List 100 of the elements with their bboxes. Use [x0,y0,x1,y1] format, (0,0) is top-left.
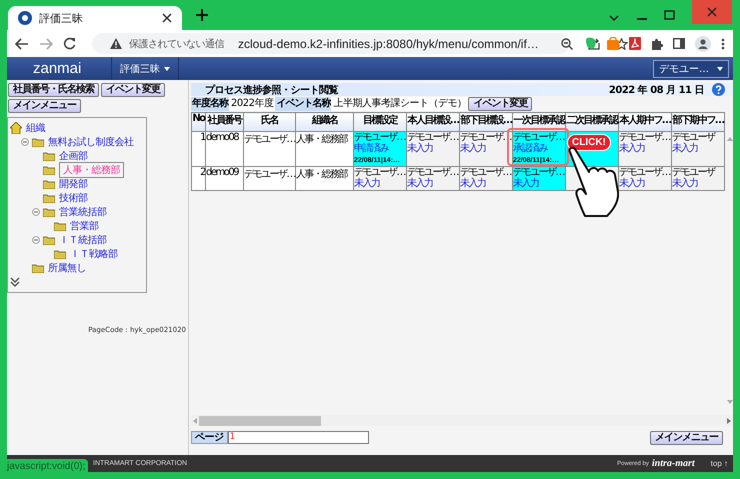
user-name: デモユーザ… [513,132,565,143]
nav-button[interactable]: イベント変更 [101,83,165,97]
status-link[interactable]: 承認済み [513,143,565,155]
tree-item[interactable]: 開発部 [59,177,88,191]
tree-item[interactable]: 営業統括部 [59,205,106,219]
zoom-icon[interactable] [560,38,573,50]
tree-item[interactable]: 所属無し [48,261,86,275]
column-header: 本人目標設… [406,112,460,132]
status-cell[interactable]: デモユーザ… 未入力 [618,132,672,166]
app-logo[interactable]: zanmai [7,60,111,77]
status-link[interactable]: 未入力 [619,143,671,155]
new-tab-icon[interactable] [196,9,208,21]
column-header: 本人期中フ… [618,112,672,132]
tree-item[interactable]: 営業部 [70,219,98,233]
column-header: 二次目標承認 [566,112,618,132]
top-link[interactable]: top ↑ [710,459,728,468]
status-cell[interactable]: デモユーザ… 未入力 [618,166,672,190]
close-button[interactable] [692,0,732,24]
brand-logo: intra-mart [652,458,695,469]
column-header: 目標設定 [354,112,406,132]
folder-icon [54,222,66,230]
nav-button[interactable]: メインメニュー [8,99,81,113]
user-name: デモユーザ… [513,167,565,178]
more-icon[interactable] [721,38,725,50]
user-name: デモユーザ… [407,167,459,178]
chevron-down-icon[interactable] [609,15,619,21]
column-header: No [192,112,206,132]
user-dropdown[interactable]: デモユー… [653,60,729,78]
status-link[interactable]: 未入力 [672,178,724,190]
status-link[interactable]: 未入力 [407,178,459,190]
column-header: 組織名 [296,112,354,132]
status-link[interactable]: 未入力 [354,178,406,190]
status-link[interactable]: 未入力 [513,178,565,190]
folder-icon [43,166,55,174]
event-change-button[interactable]: イベント変更 [468,97,532,111]
tree-item[interactable]: ＩＴ戦略部 [70,247,118,261]
user-name: デモユーザ… [619,167,671,178]
caret-icon [717,66,723,70]
user-name: デモユーザ… [354,167,406,178]
column-header: 社員番号 [206,112,244,132]
folder-icon [43,208,55,216]
puzzle-icon[interactable] [651,38,663,50]
status-link[interactable]: 未入力 [460,143,512,155]
folder-icon [32,138,44,146]
folder-icon [32,264,44,272]
user-name: デモユーザ… [460,167,512,178]
status-cell[interactable]: デモユーザ… 未入力 [406,166,460,190]
panel-title: プロセス進捗参照・シート閲覧 [205,83,338,96]
url-text: zcloud-demo.k2-infinities.jp:8080/hyk/menu/common/if… [238,36,539,50]
tree-item[interactable]: 技術部 [59,191,88,205]
avatar-icon[interactable] [695,36,711,52]
user-name: デモユーザ [672,132,716,143]
horizontal-scrollbar[interactable] [191,415,733,426]
back-icon[interactable] [15,38,29,50]
reload-icon[interactable] [63,37,76,50]
user-name: デモユーザ… [354,132,406,143]
collapse-icon[interactable] [32,236,40,244]
browser-tab[interactable]: 評価三昧 [8,6,182,30]
status-link[interactable]: 未入力 [460,178,512,190]
column-header: 部下目標設… [460,112,512,132]
tree-item[interactable]: 企画部 [59,149,88,163]
status-cell[interactable]: デモユーザ… 未入力 [354,166,406,190]
tree-item[interactable]: 組織 [26,121,45,135]
document-icon[interactable] [629,37,641,50]
user-name: デモユーザ… [407,132,459,143]
status-cell[interactable]: デモユーザ 未入力 [672,132,724,166]
help-icon[interactable] [712,83,725,96]
maximize-icon[interactable] [664,10,675,20]
collapse-icon[interactable] [21,138,29,146]
status-cell[interactable]: デモユーザ 未入力 [672,166,724,190]
status-link[interactable]: 未入力 [619,178,671,190]
status-cell[interactable]: デモユーザ… 未入力 [460,166,512,190]
tree-item[interactable]: 無料お試し制度会社 [48,135,134,149]
tree-item[interactable]: ＩＴ統括部 [59,233,106,247]
tab-title: 評価三昧 [39,10,84,26]
status-link[interactable]: 未入力 [672,143,724,155]
table-cell: 1 [192,132,206,166]
folder-icon [43,194,55,202]
folder-icon [54,250,66,258]
field-value: 2022年度 [229,97,276,111]
field-label: 年度名称 [191,97,229,111]
scroll-right-icon[interactable] [727,418,731,424]
status-cell[interactable]: デモユーザ… 未入力 [512,166,566,190]
main-menu-button[interactable]: メインメニュー [650,430,723,444]
share-icon[interactable] [588,38,600,50]
status-link[interactable]: 申請済み [354,143,406,155]
table-cell: demo08 [206,132,244,166]
field-value: 上半期人事考課シート（デモ） [331,97,468,111]
double-chevron-down-icon[interactable] [10,277,20,287]
field-label: イベント名称 [275,97,332,111]
nav-button[interactable]: 社員番号・氏名検索 [8,83,99,97]
page-input[interactable]: 1 [228,431,368,444]
status-cell[interactable]: デモユーザ… 未入力 [406,132,460,166]
pointing-hand-tooltip [567,146,619,218]
status-link[interactable]: 未入力 [407,143,459,155]
side-panel-icon[interactable] [673,38,685,49]
caret-icon [164,66,170,70]
close-icon[interactable] [162,13,172,23]
collapse-icon[interactable] [32,208,40,216]
column-header: 氏名 [244,112,296,132]
